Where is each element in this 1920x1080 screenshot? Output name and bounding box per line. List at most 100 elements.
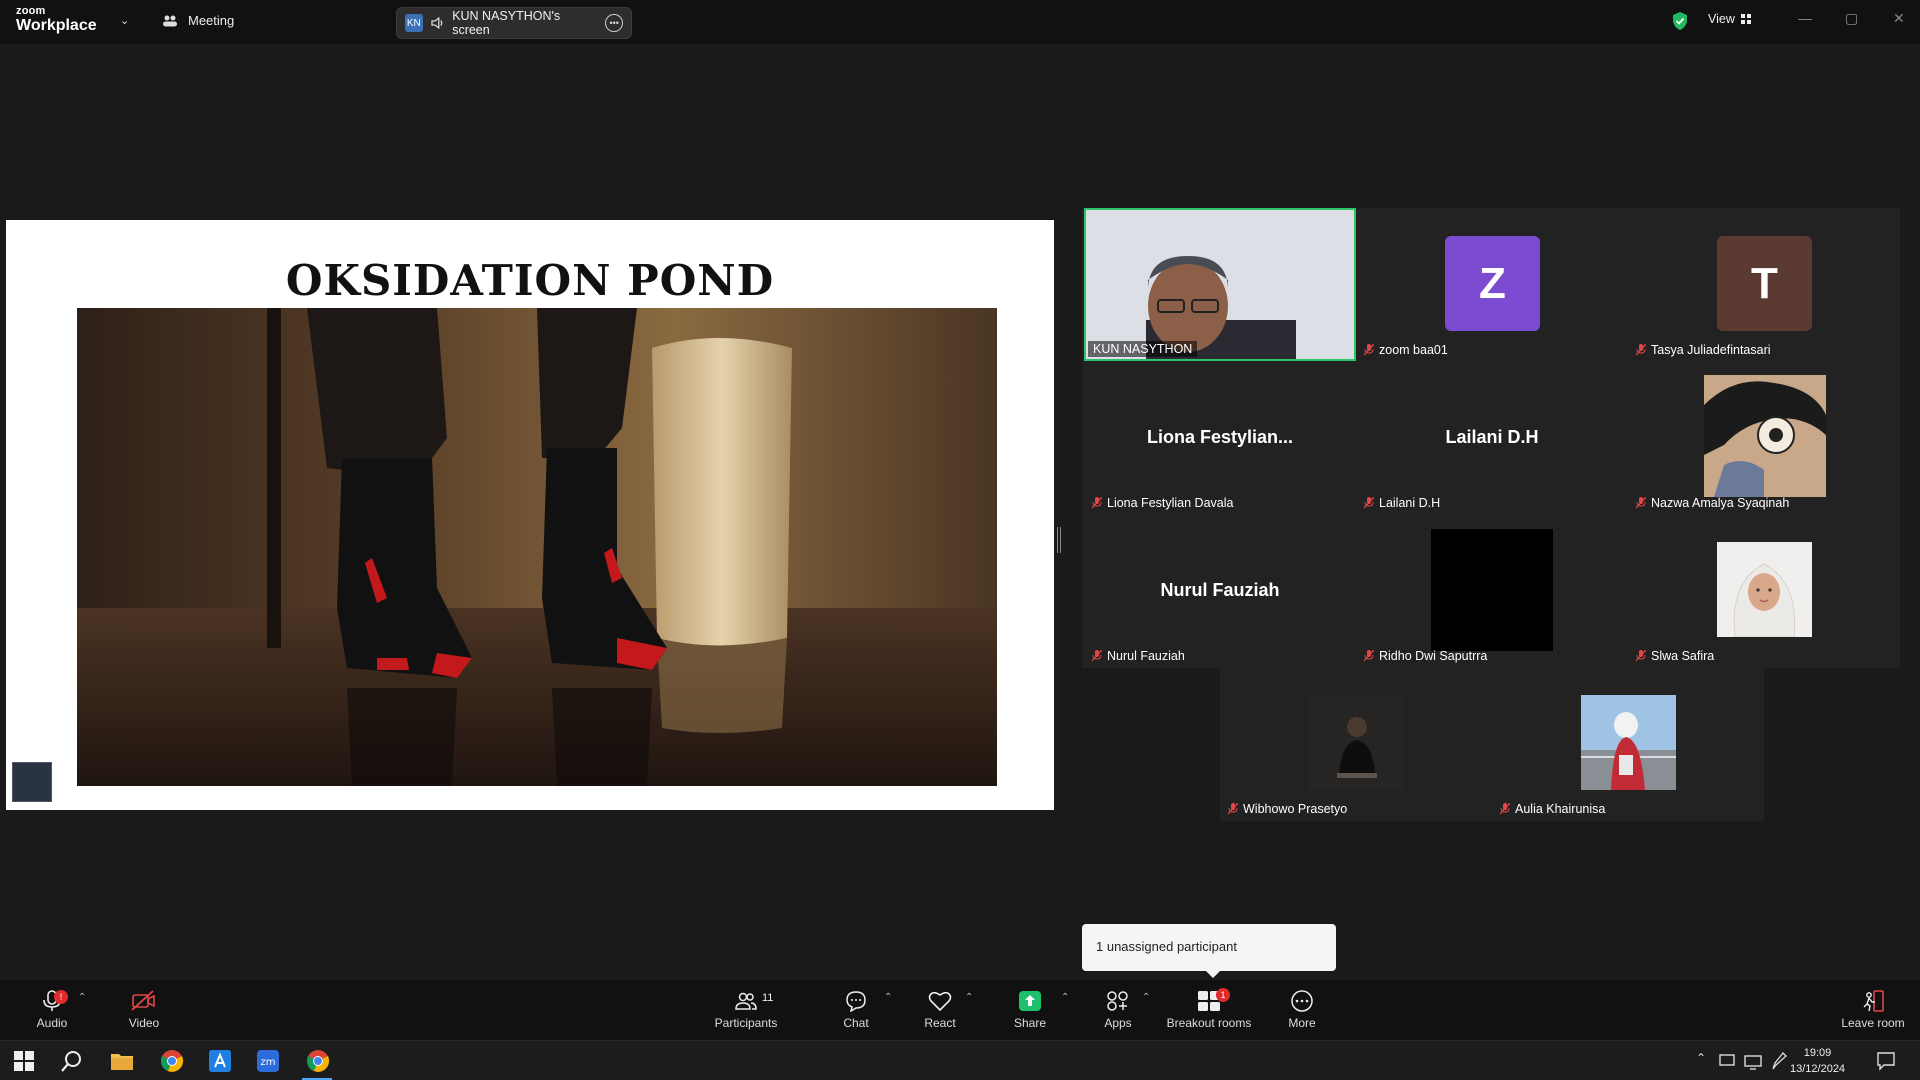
windows-start-icon[interactable]: [12, 1049, 36, 1073]
meeting-info-button[interactable]: Meeting: [162, 13, 234, 28]
react-label: React: [924, 1016, 956, 1030]
participant-tile-ridho[interactable]: Ridho Dwi Saputrra: [1356, 514, 1628, 667]
breakout-badge: 1: [1216, 988, 1230, 1002]
participant-display-name: Liona Festylian...: [1146, 427, 1294, 447]
mic-muted-icon: [1364, 650, 1374, 662]
mic-muted-icon: [1228, 803, 1238, 815]
participants-label: Participants: [714, 1016, 778, 1030]
leave-room-icon: [1863, 990, 1884, 1012]
leave-room-button[interactable]: Leave room: [1836, 980, 1910, 1040]
clock-time: 19:09: [1803, 1047, 1832, 1059]
chrome-icon[interactable]: [160, 1049, 184, 1073]
breakout-rooms-button[interactable]: Breakout rooms 1: [1166, 980, 1252, 1040]
mic-muted-icon: [1636, 497, 1646, 509]
sharer-avatar: KN: [405, 14, 423, 32]
participant-name: Wibhowo Prasetyo: [1243, 802, 1348, 816]
maximize-icon[interactable]: ▢: [1845, 10, 1858, 27]
avatar: [1581, 695, 1676, 790]
participant-name: zoom baa01: [1379, 343, 1448, 357]
mic-muted-icon: [1092, 650, 1102, 662]
shared-screen: OKSIDATION POND: [6, 220, 1054, 810]
apps-button[interactable]: Apps: [1094, 980, 1142, 1040]
pen-icon[interactable]: [1770, 1049, 1788, 1073]
share-screen-icon: [1019, 991, 1041, 1011]
avatar: T: [1717, 236, 1812, 331]
participant-display-name: Lailani D.H: [1445, 427, 1539, 447]
mic-muted-icon: [1500, 803, 1510, 815]
panel-resize-handle[interactable]: [1057, 527, 1061, 553]
avatar: [1309, 695, 1404, 790]
search-icon[interactable]: [60, 1049, 84, 1073]
breakout-label: Breakout rooms: [1166, 1016, 1252, 1030]
apps-label: Apps: [1104, 1016, 1132, 1030]
participants-button[interactable]: Participants 11: [710, 980, 782, 1040]
participant-name: Nazwa Amalya Syaqinah: [1651, 496, 1790, 510]
speaker-icon: [430, 17, 442, 29]
close-icon[interactable]: ✕: [1893, 10, 1905, 27]
react-button[interactable]: React: [916, 980, 964, 1040]
avatar: [1704, 375, 1826, 497]
participant-name: Ridho Dwi Saputrra: [1379, 649, 1488, 663]
avatar: Z: [1445, 236, 1540, 331]
more-button[interactable]: More: [1278, 980, 1326, 1040]
participant-tile-liona[interactable]: Liona Festylian... Liona Festylian Daval…: [1084, 361, 1356, 514]
meeting-label: Meeting: [188, 13, 235, 28]
participant-tile-nazwa[interactable]: Nazwa Amalya Syaqinah: [1628, 361, 1900, 514]
share-options-chevron-icon[interactable]: ⌃: [1061, 992, 1069, 1003]
chevron-down-icon[interactable]: ⌄: [120, 14, 129, 27]
mic-muted-icon: [1092, 497, 1102, 509]
audio-alert-badge: !: [54, 990, 68, 1004]
slide-thumbnail[interactable]: [12, 762, 52, 802]
share-button[interactable]: Share: [1006, 980, 1054, 1040]
unassigned-participant-tooltip[interactable]: 1 unassigned participant: [1082, 924, 1336, 978]
audio-button[interactable]: Audio !: [28, 980, 76, 1040]
chat-options-chevron-icon[interactable]: ⌃: [884, 992, 892, 1003]
more-icon: [1291, 990, 1313, 1012]
chrome-alt-icon[interactable]: [306, 1049, 330, 1073]
windows-taskbar: zm ⌃ 19:09 13/12/2024: [0, 1040, 1920, 1080]
participant-tile-lailani[interactable]: Lailani D.H Lailani D.H: [1356, 361, 1628, 514]
chat-icon: [846, 991, 866, 1012]
shield-icon[interactable]: [1670, 11, 1690, 31]
participant-name: Tasya Juliadefintasari: [1651, 343, 1771, 357]
file-explorer-icon[interactable]: [110, 1049, 134, 1073]
participant-tile-kun-nasython[interactable]: KUN NASYTHON: [1084, 208, 1356, 361]
zoom-app-icon[interactable]: zm: [256, 1049, 280, 1073]
participant-tile-nurul[interactable]: Nurul Fauziah Nurul Fauziah: [1084, 514, 1356, 667]
react-options-chevron-icon[interactable]: ⌃: [965, 992, 973, 1003]
mic-muted-icon: [1364, 497, 1374, 509]
share-title: KUN NASYTHON's screen: [452, 9, 561, 37]
participant-tile-wibhowo[interactable]: Wibhowo Prasetyo: [1220, 667, 1492, 820]
audio-label: Audio: [36, 1016, 68, 1030]
participant-name: Lailani D.H: [1379, 496, 1441, 510]
view-button[interactable]: View: [1708, 12, 1751, 26]
mic-muted-icon: [1364, 344, 1374, 356]
participant-tile-zoom-baa01[interactable]: Z zoom baa01: [1356, 208, 1628, 361]
zoom-logo: zoom Workplace: [16, 6, 97, 34]
chat-button[interactable]: Chat: [832, 980, 880, 1040]
participant-video: [1086, 210, 1354, 359]
apps-options-chevron-icon[interactable]: ⌃: [1142, 992, 1150, 1003]
logo-small-text: zoom: [16, 5, 46, 17]
minimize-icon[interactable]: —: [1798, 10, 1812, 26]
system-clock[interactable]: 19:09 13/12/2024: [1790, 1045, 1845, 1077]
more-options-icon[interactable]: •••: [605, 14, 623, 32]
participant-name: Slwa Safira: [1651, 649, 1715, 663]
notification-icon[interactable]: [1876, 1049, 1896, 1073]
participant-name: KUN NASYTHON: [1093, 342, 1193, 356]
network-icon[interactable]: [1744, 1049, 1762, 1073]
tray-chevron-icon[interactable]: ⌃: [1696, 1051, 1706, 1065]
tray-device-icon[interactable]: [1718, 1049, 1736, 1073]
screen-share-indicator[interactable]: KN KUN NASYTHON's screen •••: [396, 7, 632, 39]
apps-icon: [1107, 991, 1128, 1011]
video-off-icon: [131, 990, 155, 1011]
audio-options-chevron-icon[interactable]: ⌃: [78, 992, 86, 1003]
participant-tile-tasya[interactable]: T Tasya Juliadefintasari: [1628, 208, 1900, 361]
video-label: Video: [128, 1016, 160, 1030]
participant-tile-aulia[interactable]: Aulia Khairunisa: [1492, 667, 1764, 820]
participant-tile-slwa[interactable]: Slwa Safira: [1628, 514, 1900, 667]
app-store-icon[interactable]: [208, 1049, 232, 1073]
slide-title: OKSIDATION POND: [285, 256, 775, 305]
video-button[interactable]: Video: [120, 980, 168, 1040]
clock-date: 13/12/2024: [1790, 1063, 1846, 1075]
